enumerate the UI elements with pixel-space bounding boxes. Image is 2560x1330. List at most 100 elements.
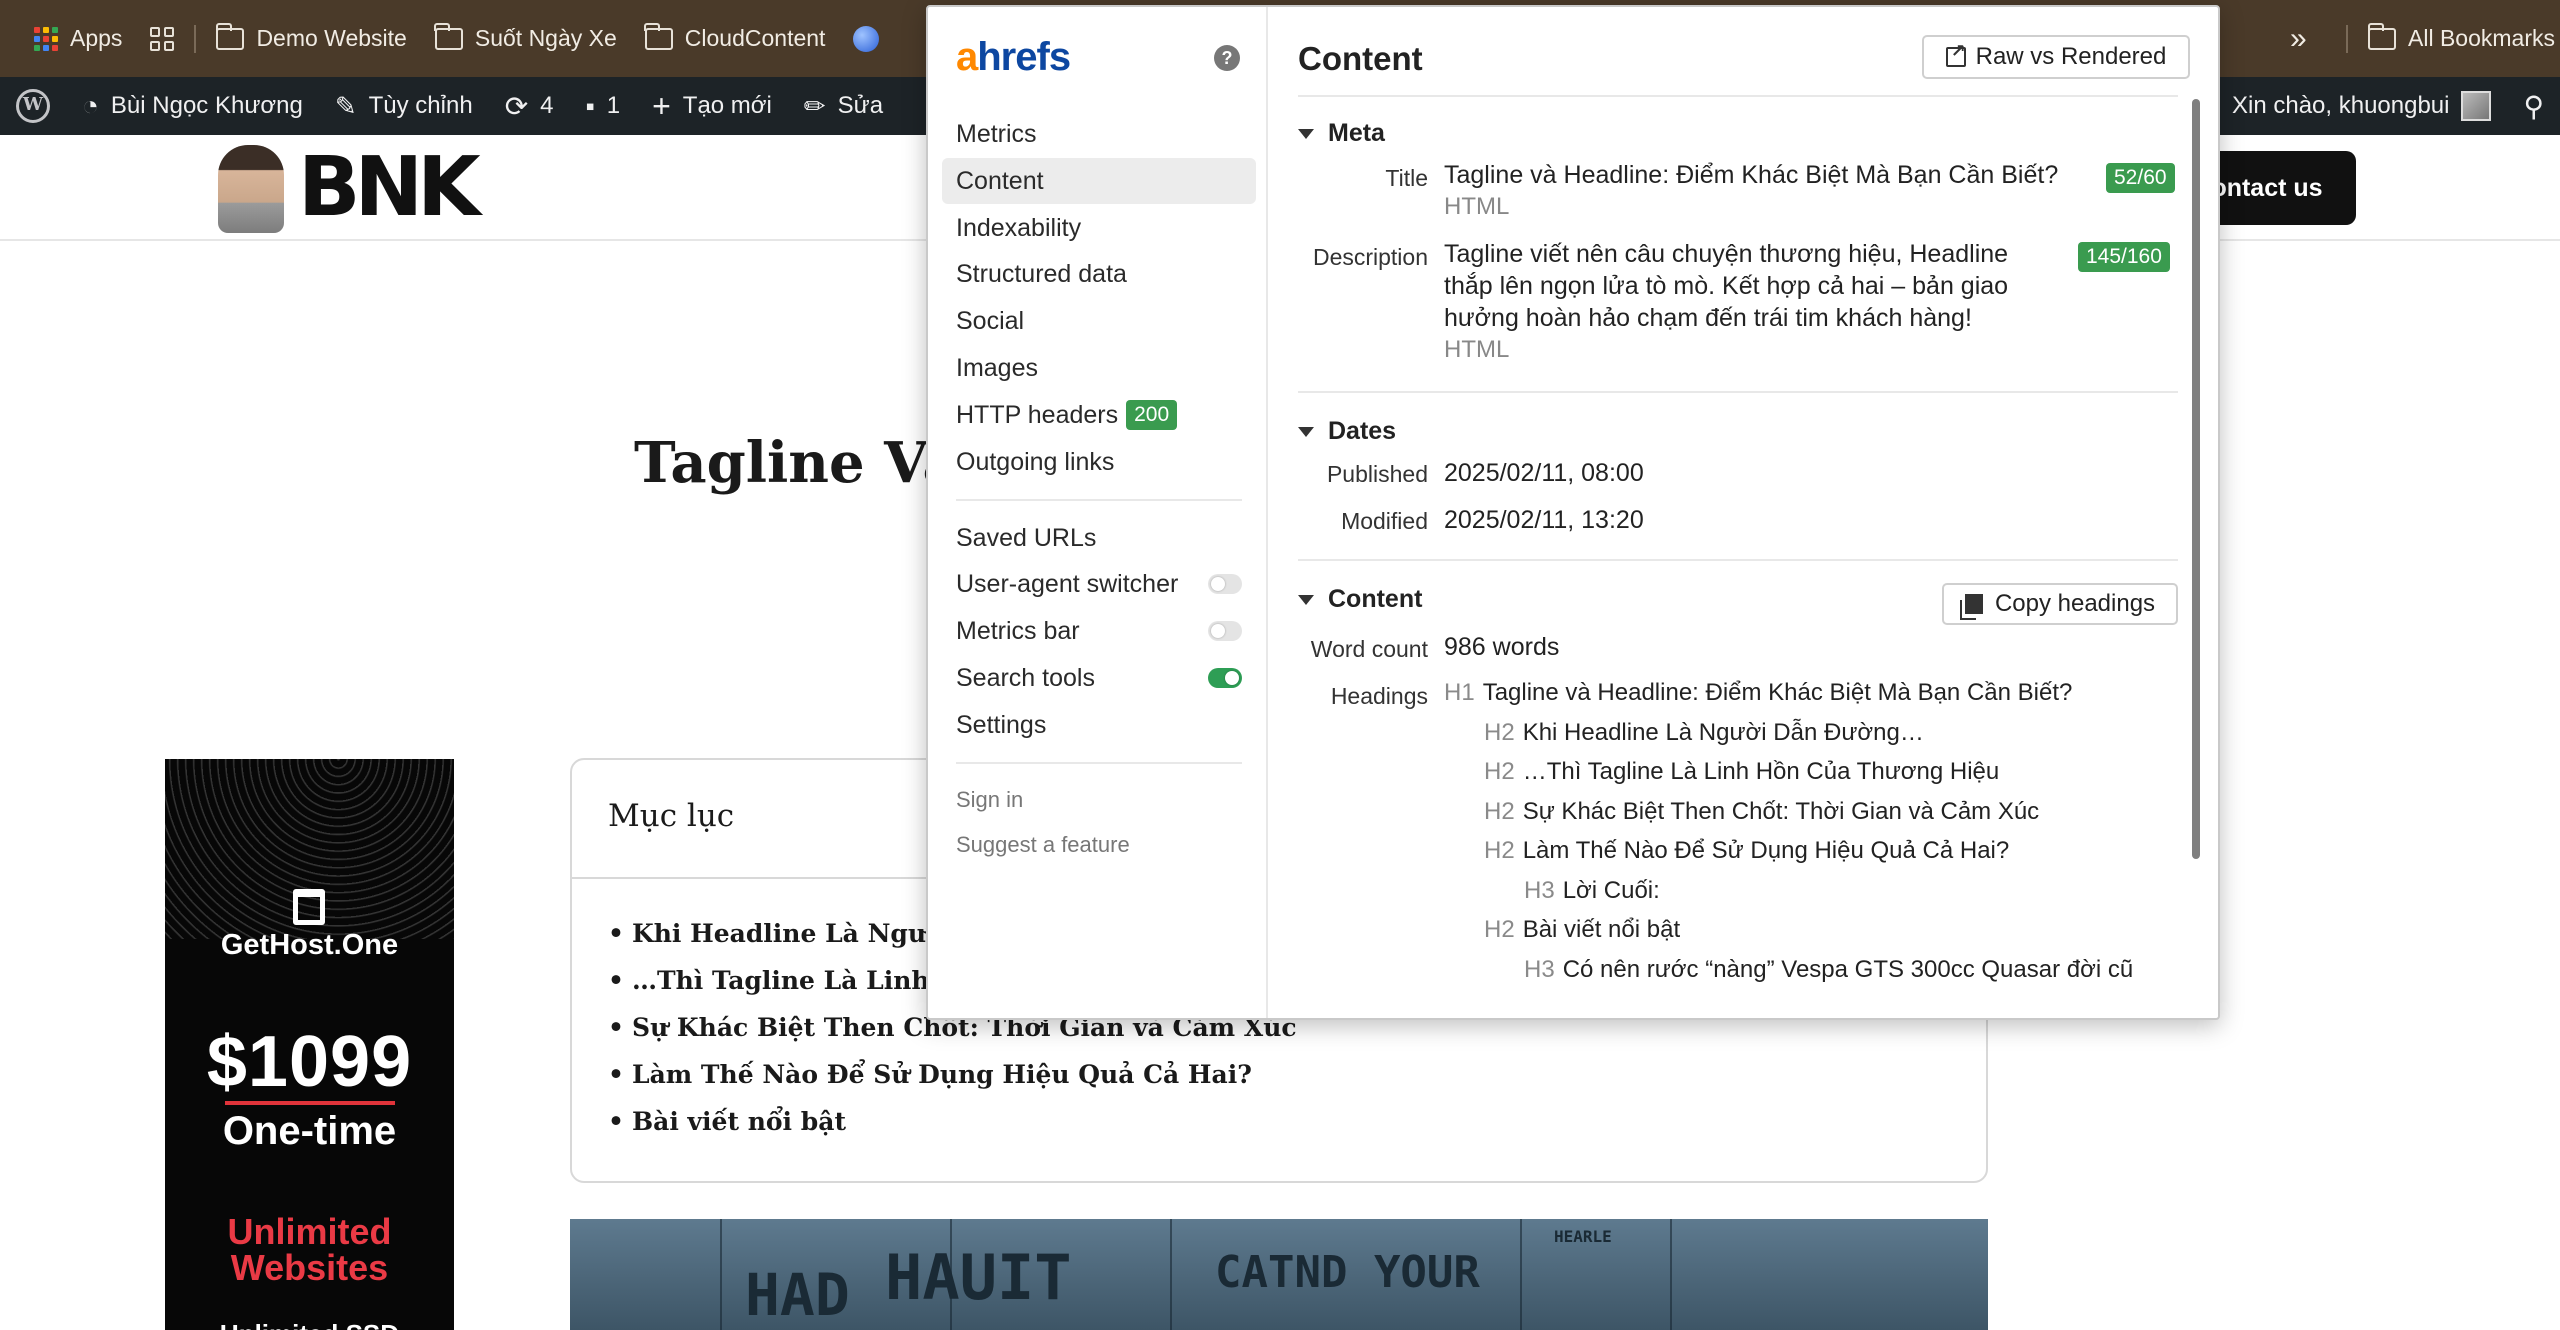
ahrefs-logo[interactable]: ahrefs: [956, 35, 1071, 80]
heading-text: Có nên rước “nàng” Vespa GTS 300cc Quasa…: [1562, 956, 2134, 983]
heading-tag: H2: [1484, 719, 1515, 746]
nav-label: Social: [956, 307, 1025, 336]
nav-item-indexability[interactable]: Indexability: [942, 205, 1256, 251]
tab-groups-button[interactable]: [136, 9, 188, 69]
ahrefs-sidebar: ahrefs ? Metrics Content Indexability St…: [928, 7, 1268, 1018]
hero-image-text: HAUIT: [885, 1241, 1072, 1314]
wp-customize-label: Tùy chỉnh: [368, 92, 473, 119]
search-icon: ⚲: [2523, 90, 2544, 122]
nav-item-search-tools[interactable]: Search tools: [942, 655, 1256, 701]
user-agent-switcher-toggle[interactable]: [1208, 574, 1242, 595]
ad-divider: [225, 1101, 395, 1105]
suggest-feature-link[interactable]: Suggest a feature: [942, 823, 1256, 867]
toc-link[interactable]: Bài viết nổi bật: [608, 1098, 1297, 1145]
help-icon[interactable]: ?: [1214, 45, 1240, 71]
wp-greeting: Xin chào, khuongbui: [2231, 92, 2450, 119]
bookmark-apps[interactable]: Apps: [20, 9, 136, 69]
heading-tag: H3: [1524, 877, 1555, 904]
wp-new-content[interactable]: + Tạo mới: [636, 77, 788, 135]
wp-updates[interactable]: ⟳ 4: [489, 77, 570, 135]
wp-account-area: Xin chào, khuongbui ⚲: [2216, 77, 2560, 135]
nav-item-http-headers[interactable]: HTTP headers 200: [942, 392, 1256, 438]
meta-description-line: thắp lên ngọn lửa tò mò. Kết hợp cả hai …: [1444, 272, 2009, 300]
word-count-label: Word count: [1310, 636, 1428, 662]
heading-item[interactable]: H2 Sự Khác Biệt Then Chốt: Thời Gian và C…: [1484, 798, 2039, 826]
copy-headings-button[interactable]: Copy headings: [1942, 583, 2178, 625]
nav-item-social[interactable]: Social: [942, 298, 1256, 344]
heading-item[interactable]: H2 Bài viết nổi bật: [1484, 916, 1680, 944]
nav-label: Saved URLs: [956, 523, 1097, 552]
meta-title-text: Tagline và Headline: Điểm Khác Biệt Mà B…: [1444, 161, 2059, 189]
wp-edit-label: Sửa: [837, 92, 884, 119]
section-divider: [1298, 391, 2178, 393]
wp-logo-menu[interactable]: [0, 77, 66, 135]
bookmarks-separator: [2346, 24, 2348, 53]
wp-customize[interactable]: ✎ Tùy chỉnh: [319, 77, 489, 135]
chevron-double-right-icon: »: [2290, 21, 2307, 55]
wp-my-account[interactable]: Xin chào, khuongbui: [2216, 77, 2508, 135]
heading-item[interactable]: H2 …Thì Tagline Là Linh Hồn Của Thương Hi…: [1484, 758, 1999, 786]
bookmark-label: Suốt Ngày Xe: [474, 25, 617, 51]
bookmarks-overflow-button[interactable]: »: [2276, 9, 2321, 69]
meta-title-label: Title: [1385, 165, 1428, 191]
section-dates-toggle[interactable]: Dates: [1298, 417, 1396, 446]
meta-description-value: Tagline viết nên câu chuyện thương hiệu,…: [1444, 238, 2008, 366]
nav-item-images[interactable]: Images: [942, 345, 1256, 391]
nav-label: Settings: [956, 710, 1047, 739]
wp-search-button[interactable]: ⚲: [2507, 77, 2560, 135]
bookmarks-separator: [194, 24, 197, 53]
nav-label: HTTP headers: [956, 400, 1119, 429]
wp-comments[interactable]: ▪ 1: [570, 77, 637, 135]
nav-label: Outgoing links: [956, 447, 1115, 476]
hero-image-text: HEARLE: [1554, 1227, 1612, 1246]
nav-label: User-agent switcher: [956, 570, 1179, 599]
section-content-toggle[interactable]: Content: [1298, 585, 1422, 614]
nav-item-settings[interactable]: Settings: [942, 702, 1256, 748]
bookmark-globe[interactable]: [839, 9, 893, 69]
modified-label: Modified: [1341, 508, 1428, 534]
apps-icon: [34, 26, 58, 51]
nav-item-metrics[interactable]: Metrics: [942, 111, 1256, 157]
heading-text: Sự Khác Biệt Then Chốt: Thời Gian và Cảm…: [1522, 798, 2040, 825]
wp-comments-count: 1: [606, 92, 621, 119]
search-tools-toggle[interactable]: [1208, 667, 1242, 688]
heading-item[interactable]: H1 Tagline và Headline: Điểm Khác Biệt Mà…: [1444, 679, 2072, 707]
heading-item[interactable]: H2 Làm Thế Nào Để Sử Dụng Hiệu Quả Cả Hai…: [1484, 837, 2009, 865]
heading-item[interactable]: H2 Khi Headline Là Người Dẫn Đường…: [1484, 719, 1924, 747]
bookmark-folder-cloudcontent[interactable]: CloudContent: [631, 9, 840, 69]
ad-feature-line: Unlimited: [227, 1211, 392, 1252]
wp-edit[interactable]: ✏ Sửa: [788, 77, 899, 135]
nav-item-saved-urls[interactable]: Saved URLs: [942, 515, 1256, 561]
nav-label: Metrics: [956, 120, 1037, 148]
copy-headings-label: Copy headings: [1994, 590, 2156, 617]
ahrefs-content-panel: Content Raw vs Rendered Meta Title Tagli…: [1268, 7, 2218, 1018]
bookmark-folder-demo-website[interactable]: Demo Website: [202, 9, 420, 69]
bookmark-all-bookmarks[interactable]: All Bookmarks: [2354, 9, 2560, 69]
wp-site-name[interactable]: ◔ Bùi Ngọc Khương: [66, 77, 319, 135]
section-meta-toggle[interactable]: Meta: [1298, 119, 1385, 148]
raw-vs-rendered-button[interactable]: Raw vs Rendered: [1922, 35, 2190, 79]
nav-label: Images: [956, 353, 1038, 382]
tab-groups-icon: [150, 26, 175, 51]
nav-item-metrics-bar[interactable]: Metrics bar: [942, 608, 1256, 654]
nav-item-outgoing-links[interactable]: Outgoing links: [942, 439, 1256, 485]
ad-banner[interactable]: GetHost.One $1099 One-time Unlimited Web…: [165, 759, 454, 1330]
nav-divider: [956, 498, 1242, 501]
nav-item-content[interactable]: Content: [942, 157, 1256, 204]
globe-icon: [853, 25, 880, 52]
sign-in-link[interactable]: Sign in: [942, 778, 1256, 822]
meta-title-source: HTML: [1444, 193, 1510, 220]
nav-label: Structured data: [956, 260, 1127, 289]
site-logo[interactable]: BNK: [298, 145, 481, 231]
panel-scrollbar[interactable]: [2192, 99, 2200, 859]
ad-feature-line: Websites: [230, 1247, 389, 1288]
metrics-bar-toggle[interactable]: [1208, 621, 1242, 642]
avatar: [2461, 91, 2492, 121]
nav-item-structured-data[interactable]: Structured data: [942, 251, 1256, 297]
nav-item-user-agent-switcher[interactable]: User-agent switcher: [942, 561, 1256, 607]
ahrefs-logo-a: a: [956, 35, 978, 79]
toc-link[interactable]: Làm Thế Nào Để Sử Dụng Hiệu Quả Cả Hai?: [608, 1051, 1297, 1098]
bookmark-folder-suot-ngay-xe[interactable]: Suốt Ngày Xe: [421, 9, 631, 69]
heading-item[interactable]: H3 Có nên rước “nàng” Vespa GTS 300cc Qua…: [1524, 956, 2133, 984]
heading-item[interactable]: H3 Lời Cuối:: [1524, 877, 1660, 905]
